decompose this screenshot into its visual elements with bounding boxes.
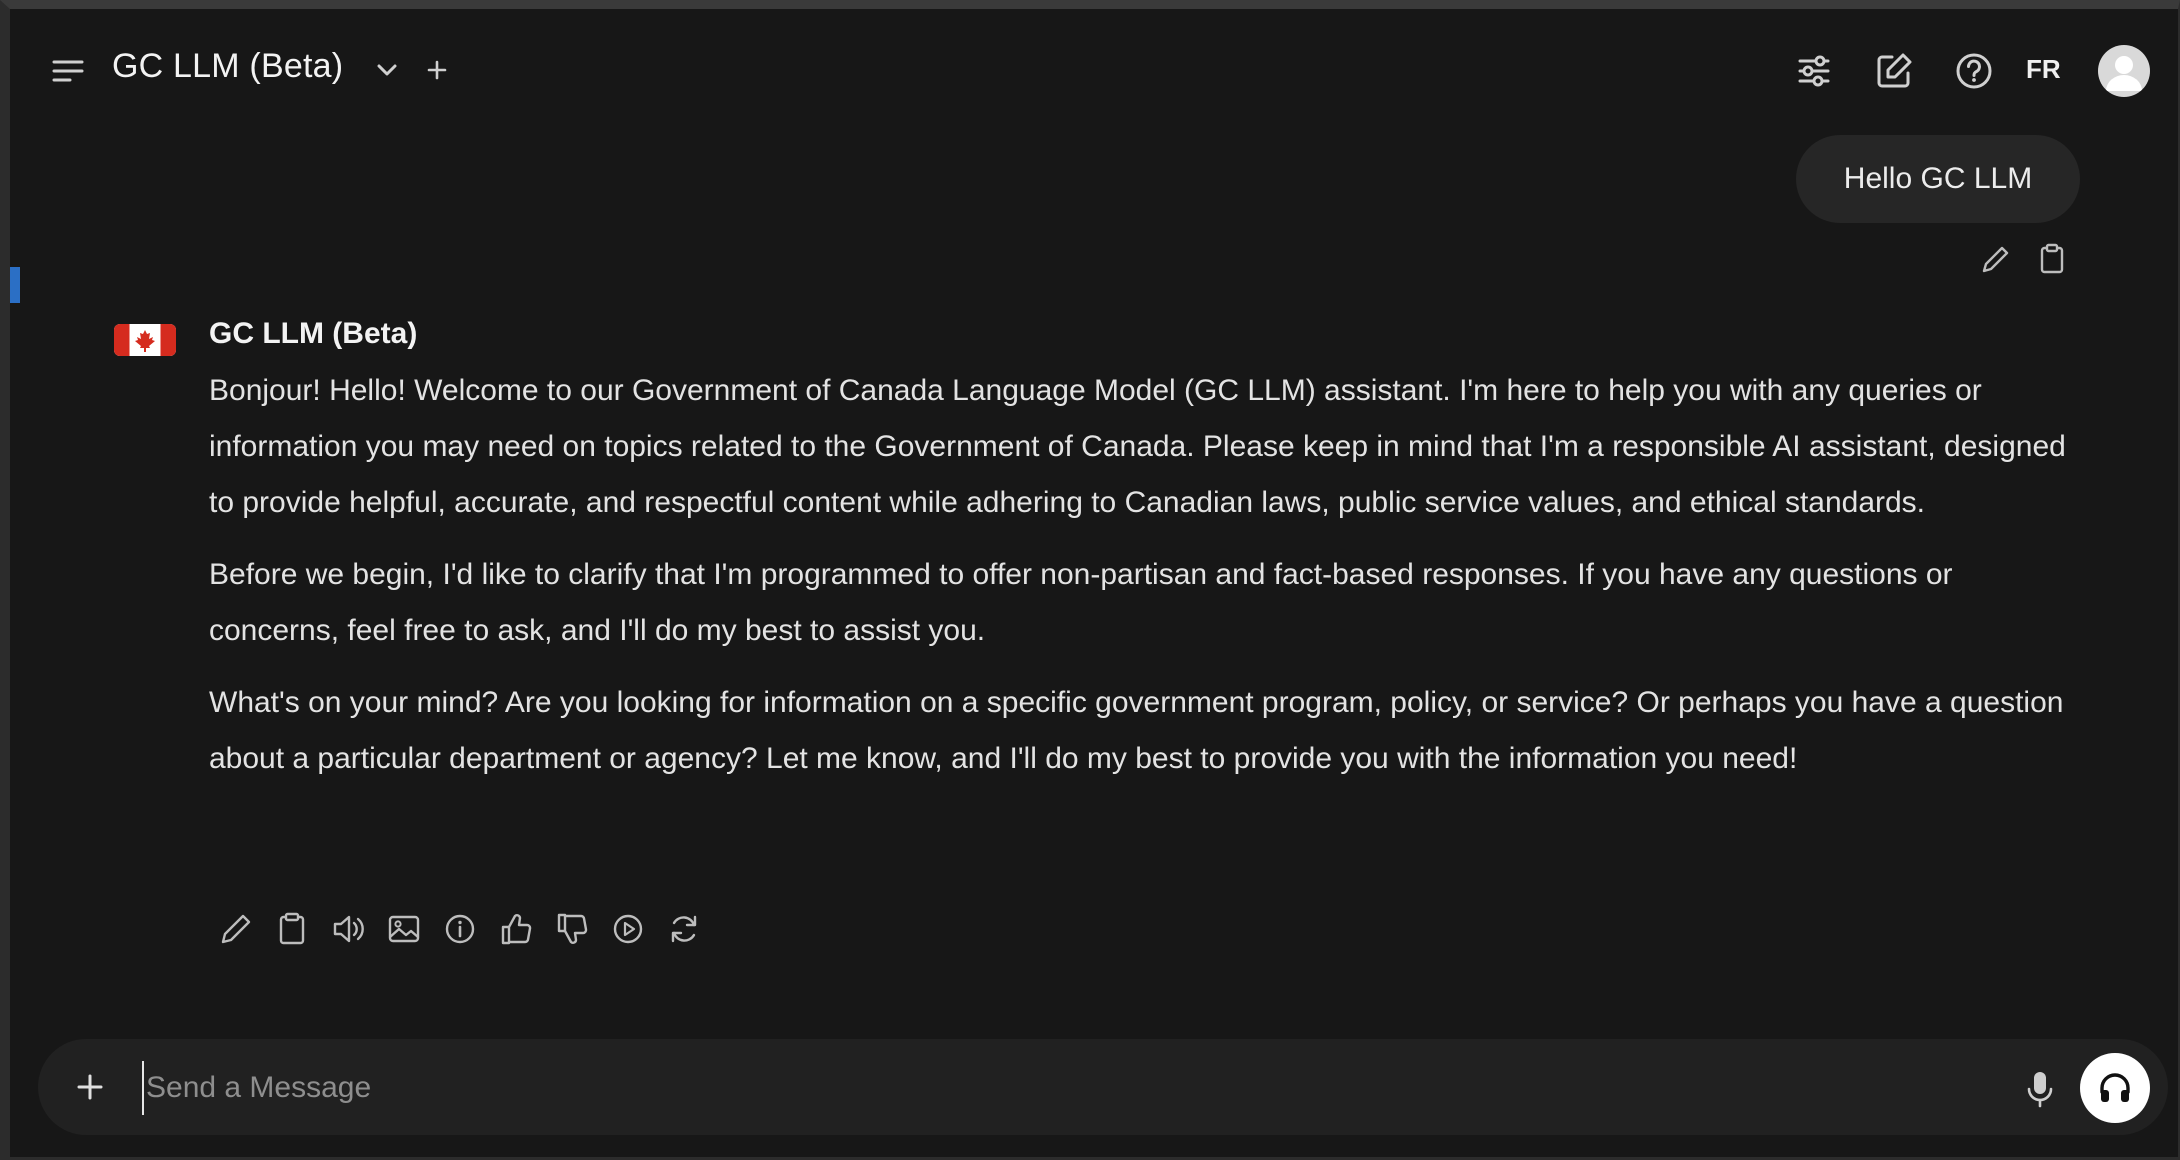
thumbs-down-icon[interactable] bbox=[552, 909, 592, 949]
regenerate-icon[interactable] bbox=[664, 909, 704, 949]
pencil-icon[interactable] bbox=[1978, 241, 2014, 277]
top-bar: GC LLM (Beta) FR bbox=[10, 9, 2178, 121]
plus-icon[interactable] bbox=[420, 53, 454, 87]
assistant-paragraph: What's on your mind? Are you looking for… bbox=[209, 686, 2064, 775]
clipboard-icon[interactable] bbox=[272, 909, 312, 949]
thumbs-up-icon[interactable] bbox=[496, 909, 536, 949]
message-input[interactable] bbox=[142, 1061, 1988, 1115]
plus-icon[interactable] bbox=[70, 1067, 110, 1107]
user-message-bubble: Hello GC LLM bbox=[1796, 135, 2080, 223]
pencil-icon[interactable] bbox=[216, 909, 256, 949]
microphone-icon[interactable] bbox=[2020, 1067, 2060, 1111]
canada-flag-icon bbox=[114, 324, 176, 356]
help-icon[interactable] bbox=[1952, 49, 1996, 93]
speaker-icon[interactable] bbox=[328, 909, 368, 949]
app-window: GC LLM (Beta) FR Hello GC LLM GC LLM (Be… bbox=[0, 0, 2180, 1160]
model-title[interactable]: GC LLM (Beta) bbox=[112, 47, 343, 86]
info-icon[interactable] bbox=[440, 909, 480, 949]
assistant-paragraph: Before we begin, I'd like to clarify tha… bbox=[209, 558, 1953, 647]
menu-icon[interactable] bbox=[50, 53, 86, 89]
headphones-icon[interactable] bbox=[2080, 1053, 2150, 1123]
window-edge-accent bbox=[10, 267, 20, 303]
assistant-paragraph: Bonjour! Hello! Welcome to our Governmen… bbox=[209, 374, 2066, 519]
language-toggle[interactable]: FR bbox=[2026, 54, 2061, 85]
message-composer bbox=[38, 1039, 2168, 1135]
assistant-message: Bonjour! Hello! Welcome to our Governmen… bbox=[209, 363, 2089, 803]
edit-icon[interactable] bbox=[1872, 49, 1916, 93]
assistant-name: GC LLM (Beta) bbox=[209, 317, 418, 350]
chevron-down-icon[interactable] bbox=[370, 53, 404, 87]
image-icon[interactable] bbox=[384, 909, 424, 949]
sliders-icon[interactable] bbox=[1792, 49, 1836, 93]
user-avatar-icon[interactable] bbox=[2098, 45, 2150, 97]
clipboard-icon[interactable] bbox=[2034, 241, 2070, 277]
play-icon[interactable] bbox=[608, 909, 648, 949]
